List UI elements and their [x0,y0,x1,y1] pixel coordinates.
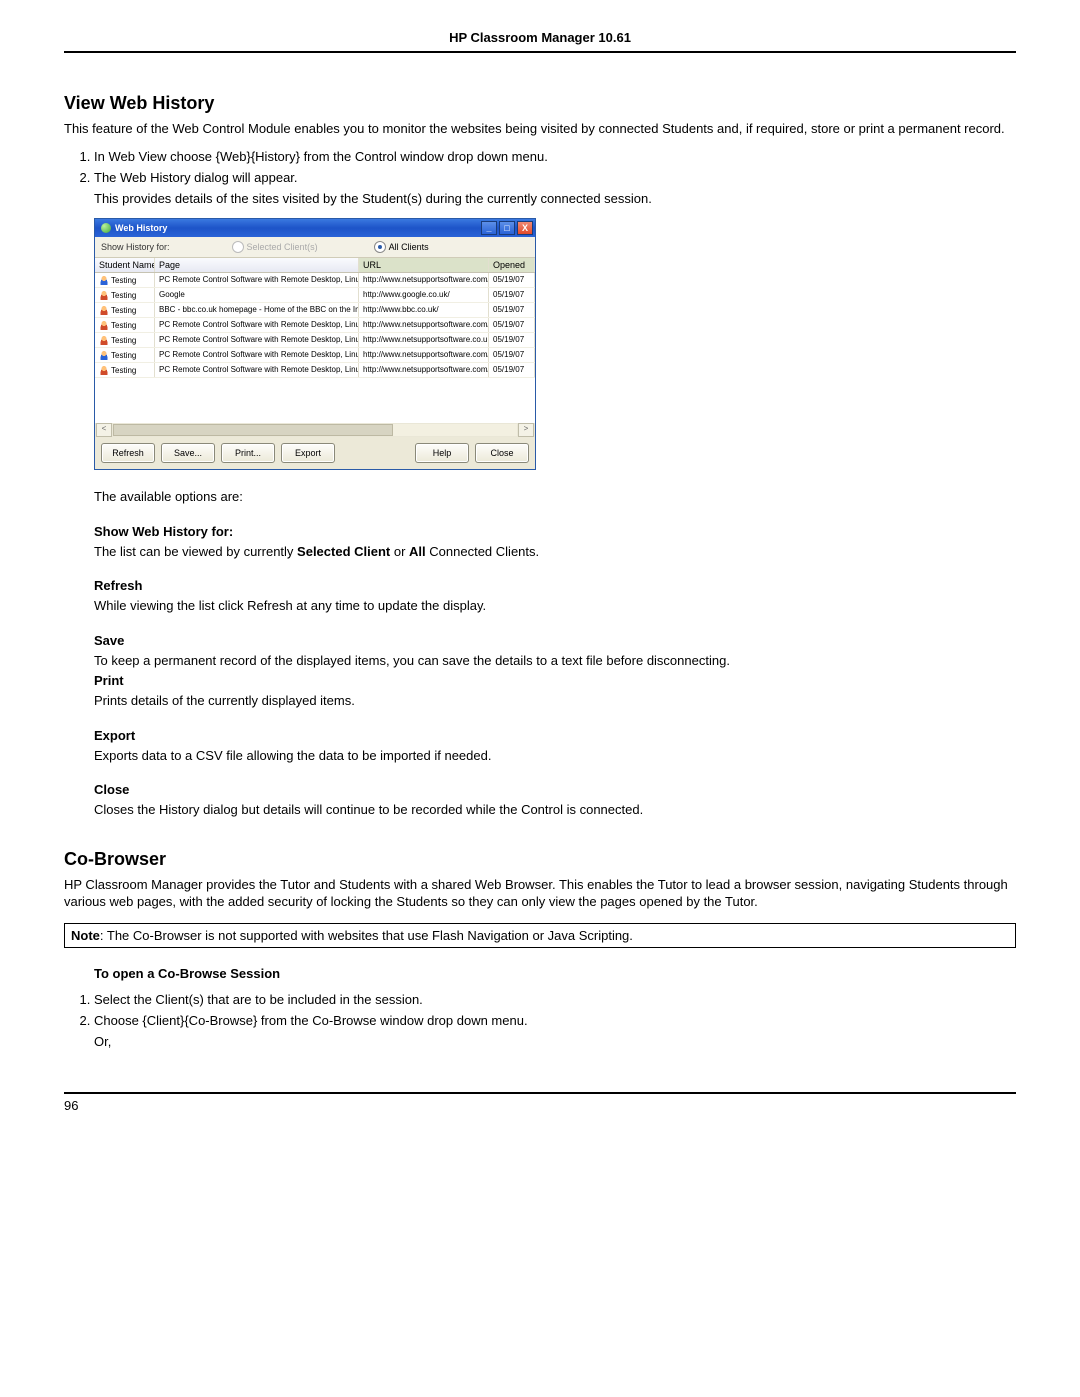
step-1: In Web View choose {Web}{History} from t… [94,148,1016,166]
open-cobrowse-head: To open a Co-Browse Session [94,966,1016,981]
heading-co-browser: Co-Browser [64,849,1016,870]
cobrowse-steps: Select the Client(s) that are to be incl… [64,991,1016,1052]
radio-all-label: All Clients [389,242,429,252]
running-head: HP Classroom Manager 10.61 [64,30,1016,53]
table-header: Student Name Page URL Opened [95,258,535,273]
save-button[interactable]: Save... [161,443,215,463]
opt-refresh-head: Refresh [94,578,1016,593]
step-2: The Web History dialog will appear. This… [94,169,1016,208]
show-history-label: Show History for: [101,242,170,252]
app-icon [101,223,111,233]
close-button[interactable]: Close [475,443,529,463]
table-row[interactable]: Testing PC Remote Control Software with … [95,333,535,348]
cobrowse-step-1: Select the Client(s) that are to be incl… [94,991,1016,1009]
steps-list: In Web View choose {Web}{History} from t… [64,148,1016,209]
cobrowse-step-2: Choose {Client}{Co-Browse} from the Co-B… [94,1012,1016,1051]
radio-icon [232,241,244,253]
horizontal-scrollbar[interactable]: < > [95,423,535,437]
step-2-text: The Web History dialog will appear. [94,170,298,185]
cobrowse-step-2-or: Or, [94,1033,1016,1051]
opt-close-head: Close [94,782,1016,797]
web-history-dialog: Web History _ □ X Show History for: Sele… [94,218,536,470]
opt-print-head: Print [94,673,1016,688]
window-buttons: _ □ X [481,221,533,235]
col-opened[interactable]: Opened [489,258,535,272]
opt-save-body: To keep a permanent record of the displa… [94,652,1016,670]
heading-view-web-history: View Web History [64,93,1016,114]
radio-all-clients[interactable]: All Clients [374,241,429,253]
dialog-title: Web History [115,223,167,233]
radio-selected-clients[interactable]: Selected Client(s) [232,241,318,253]
refresh-button[interactable]: Refresh [101,443,155,463]
note-body: : The Co-Browser is not supported with w… [100,928,633,943]
user-icon [99,365,109,375]
opt-save-head: Save [94,633,1016,648]
opt-show-history-body: The list can be viewed by currently Sele… [94,543,1016,561]
table-row[interactable]: Testing PC Remote Control Software with … [95,348,535,363]
footer: 96 [64,1092,1016,1113]
user-icon [99,335,109,345]
table-row[interactable]: Testing PC Remote Control Software with … [95,273,535,288]
user-icon [99,275,109,285]
col-student-name[interactable]: Student Name [95,258,155,272]
note-label: Note [71,928,100,943]
note-box: Note: The Co-Browser is not supported wi… [64,923,1016,948]
dialog-button-row: Refresh Save... Print... Export Help Clo… [95,437,535,469]
opt-show-history-head: Show Web History for: [94,524,1016,539]
table-row[interactable]: Testing PC Remote Control Software with … [95,318,535,333]
user-icon [99,305,109,315]
print-button[interactable]: Print... [221,443,275,463]
close-window-button[interactable]: X [517,221,533,235]
document-page: HP Classroom Manager 10.61 View Web Hist… [0,0,1080,1153]
maximize-button[interactable]: □ [499,221,515,235]
radio-selected-label: Selected Client(s) [247,242,318,252]
table-body: Testing PC Remote Control Software with … [95,273,535,423]
scroll-left-icon[interactable]: < [96,423,112,437]
options-intro: The available options are: [94,488,1016,506]
minimize-button[interactable]: _ [481,221,497,235]
opt-close-body: Closes the History dialog but details wi… [94,801,1016,819]
web-history-dialog-figure: Web History _ □ X Show History for: Sele… [94,218,1016,470]
scroll-track[interactable] [113,424,517,436]
radio-icon [374,241,386,253]
dialog-toolbar: Show History for: Selected Client(s) All… [95,237,535,258]
scroll-thumb[interactable] [113,424,393,436]
table-row[interactable]: Testing Google http://www.google.co.uk/ … [95,288,535,303]
opt-export-head: Export [94,728,1016,743]
opt-export-body: Exports data to a CSV file allowing the … [94,747,1016,765]
user-icon [99,320,109,330]
help-button[interactable]: Help [415,443,469,463]
step-2-followup: This provides details of the sites visit… [94,190,1016,208]
table-row[interactable]: Testing BBC - bbc.co.uk homepage - Home … [95,303,535,318]
col-page[interactable]: Page [155,258,359,272]
intro-paragraph: This feature of the Web Control Module e… [64,120,1016,138]
dialog-titlebar: Web History _ □ X [95,219,535,237]
opt-refresh-body: While viewing the list click Refresh at … [94,597,1016,615]
table-row[interactable]: Testing PC Remote Control Software with … [95,363,535,378]
opt-print-body: Prints details of the currently displaye… [94,692,1016,710]
page-number: 96 [64,1098,78,1113]
user-icon [99,290,109,300]
scroll-right-icon[interactable]: > [518,423,534,437]
user-icon [99,350,109,360]
col-url[interactable]: URL [359,258,489,272]
co-browser-intro: HP Classroom Manager provides the Tutor … [64,876,1016,911]
export-button[interactable]: Export [281,443,335,463]
